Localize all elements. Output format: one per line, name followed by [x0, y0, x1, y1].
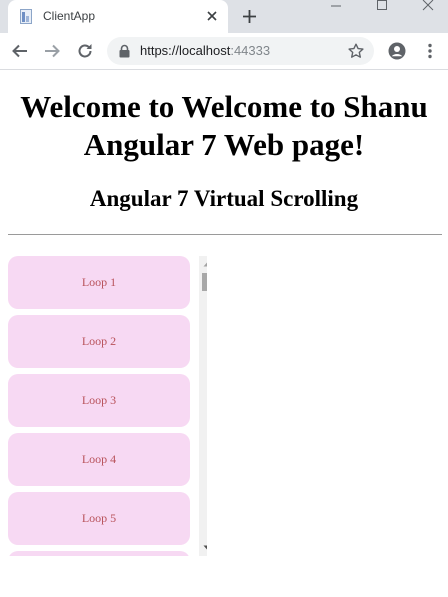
url-host: https://localhost	[140, 43, 231, 58]
page-favicon-icon	[20, 9, 32, 24]
lock-icon[interactable]	[119, 44, 130, 58]
menu-kebab-icon[interactable]	[421, 42, 439, 60]
minimize-icon[interactable]	[313, 0, 359, 12]
scrollbar-thumb[interactable]	[202, 273, 207, 291]
forward-arrow-icon[interactable]	[43, 42, 61, 60]
scroll-up-arrow-icon[interactable]	[199, 260, 207, 268]
scroll-down-arrow-icon[interactable]	[199, 544, 207, 552]
new-tab-icon[interactable]	[242, 9, 257, 24]
address-bar[interactable]: https://localhost:44333	[107, 37, 374, 65]
vertical-scrollbar[interactable]	[199, 256, 207, 556]
list-item[interactable]: Loop 2	[8, 315, 190, 368]
tab-title: ClientApp	[43, 9, 96, 23]
page-title: Welcome to Welcome to Shanu Angular 7 We…	[20, 89, 428, 162]
account-icon[interactable]	[388, 42, 406, 60]
close-tab-icon[interactable]	[205, 9, 219, 23]
bookmark-star-icon[interactable]	[348, 43, 364, 59]
back-arrow-icon[interactable]	[11, 42, 29, 60]
list-item[interactable]	[8, 551, 190, 556]
close-window-icon[interactable]	[405, 0, 448, 12]
browser-toolbar: https://localhost:44333	[0, 33, 448, 70]
maximize-icon[interactable]	[359, 0, 405, 12]
reload-icon[interactable]	[76, 42, 94, 60]
browser-tab[interactable]: ClientApp	[8, 0, 228, 33]
virtual-scroll-viewport[interactable]: Loop 1 Loop 2 Loop 3 Loop 4 Loop 5	[8, 256, 207, 556]
list-item[interactable]: Loop 5	[8, 492, 190, 545]
tab-strip: ClientApp	[0, 0, 448, 33]
list-item[interactable]: Loop 1	[8, 256, 190, 309]
list-item[interactable]: Loop 4	[8, 433, 190, 486]
page-subtitle: Angular 7 Virtual Scrolling	[89, 186, 359, 211]
list-item[interactable]: Loop 3	[8, 374, 190, 427]
horizontal-rule	[8, 234, 442, 235]
url-text: https://localhost:44333	[140, 43, 270, 58]
url-port: :44333	[230, 43, 271, 58]
